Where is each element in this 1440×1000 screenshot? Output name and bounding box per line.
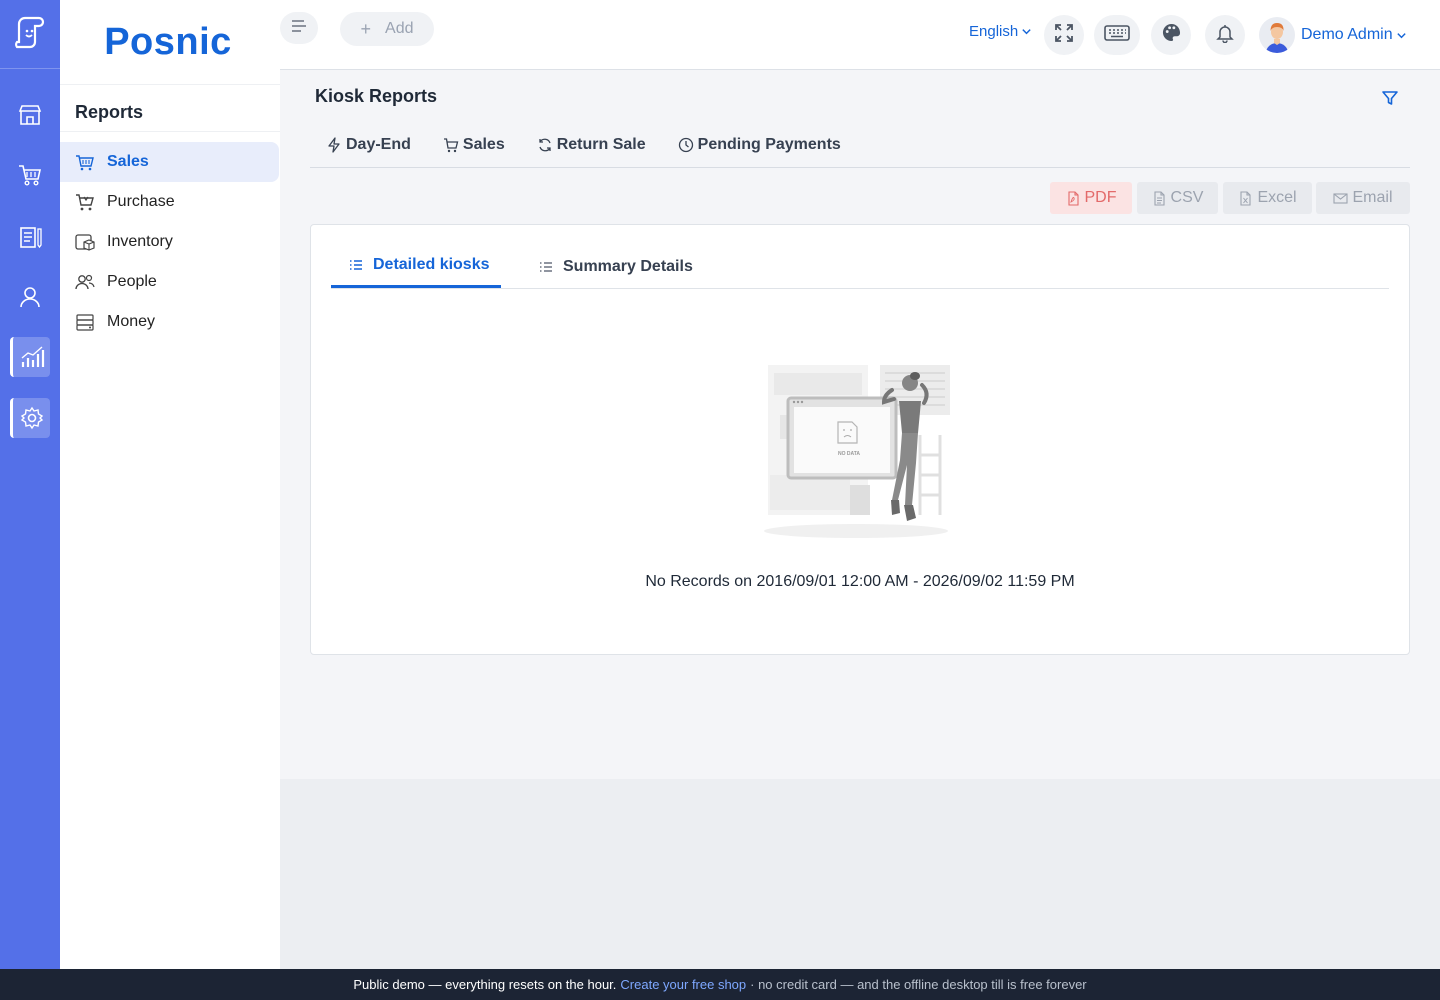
brand-logo[interactable]: Posnic bbox=[60, 0, 280, 84]
language-label: English bbox=[969, 23, 1019, 40]
footer-tail-text: · no credit card — and the offline deskt… bbox=[750, 977, 1087, 992]
notifications-button[interactable] bbox=[1205, 15, 1245, 55]
purchase-cart-icon bbox=[75, 192, 95, 212]
icon-rail bbox=[0, 0, 60, 969]
export-pdf-button[interactable]: PDF bbox=[1050, 182, 1132, 214]
basket-icon bbox=[75, 152, 95, 172]
main-content: Kiosk Reports Day-End Sales Return Sale bbox=[280, 71, 1440, 779]
chevron-down-icon bbox=[1021, 26, 1032, 37]
cart-icon bbox=[443, 137, 463, 153]
bell-icon bbox=[1215, 23, 1235, 48]
fullscreen-button[interactable] bbox=[1044, 15, 1084, 55]
avatar bbox=[1259, 17, 1295, 53]
list-icon bbox=[539, 260, 563, 274]
submenu-item-money[interactable]: Money bbox=[60, 302, 279, 342]
pdf-file-icon bbox=[1066, 190, 1085, 206]
money-stack-icon bbox=[75, 312, 95, 332]
reports-submenu: Posnic Reports Sales Purchase Inventory … bbox=[60, 0, 280, 969]
submenu-item-label: Money bbox=[107, 313, 156, 330]
export-csv-label: CSV bbox=[1170, 189, 1204, 206]
add-button[interactable]: + Add bbox=[340, 12, 434, 46]
sidebar-toggle-button[interactable] bbox=[280, 12, 318, 44]
export-email-label: Email bbox=[1352, 189, 1393, 206]
submenu-title: Reports bbox=[60, 84, 280, 132]
demo-footer-banner: Public demo — everything resets on the h… bbox=[0, 969, 1440, 1000]
export-csv-button[interactable]: CSV bbox=[1137, 182, 1218, 214]
filter-icon[interactable] bbox=[1381, 89, 1399, 107]
people-icon bbox=[75, 272, 95, 292]
submenu-item-purchase[interactable]: Purchase bbox=[60, 182, 279, 222]
keyboard-shortcuts-button[interactable] bbox=[1094, 15, 1140, 55]
no-data-illustration-label: NO DATA bbox=[838, 451, 860, 457]
export-pdf-label: PDF bbox=[1084, 189, 1117, 206]
refresh-icon bbox=[537, 137, 557, 153]
keyboard-icon bbox=[1104, 24, 1130, 47]
submenu-item-label: Sales bbox=[107, 153, 149, 170]
create-shop-link[interactable]: Create your free shop bbox=[620, 977, 746, 992]
submenu-item-label: Purchase bbox=[107, 193, 175, 210]
footer-text: Public demo — everything resets on the h… bbox=[353, 977, 617, 992]
user-icon[interactable] bbox=[10, 277, 50, 317]
excel-file-icon bbox=[1238, 190, 1257, 206]
envelope-icon bbox=[1333, 191, 1352, 206]
user-name-label: Demo Admin bbox=[1301, 26, 1393, 43]
submenu-item-label: Inventory bbox=[107, 233, 173, 250]
export-email-button[interactable]: Email bbox=[1316, 182, 1410, 214]
detail-tabs: Detailed kiosks Summary Details bbox=[331, 245, 1389, 289]
submenu-item-people[interactable]: People bbox=[60, 262, 279, 302]
menu-lines-icon bbox=[290, 17, 308, 40]
empty-state-message: No Records on 2016/09/01 12:00 AM - 2026… bbox=[645, 573, 1075, 590]
theme-palette-button[interactable] bbox=[1151, 15, 1191, 55]
cart-icon[interactable] bbox=[10, 155, 50, 195]
submenu-item-inventory[interactable]: Inventory bbox=[60, 222, 279, 262]
tab-label: Pending Payments bbox=[697, 136, 841, 153]
report-type-tabs: Day-End Sales Return Sale Pending Paymen… bbox=[310, 125, 1410, 168]
inventory-box-icon bbox=[75, 232, 95, 252]
expand-icon bbox=[1054, 23, 1074, 48]
submenu-item-label: People bbox=[107, 273, 157, 290]
rail-divider bbox=[0, 68, 60, 69]
tab-return-sale[interactable]: Return Sale bbox=[537, 125, 646, 165]
add-button-label: Add bbox=[385, 20, 414, 37]
user-menu[interactable]: Demo Admin bbox=[1259, 15, 1407, 55]
tab-summary-details[interactable]: Summary Details bbox=[539, 245, 693, 288]
tab-label: Return Sale bbox=[556, 136, 646, 153]
tab-label: Day-End bbox=[346, 136, 411, 153]
tab-label: Detailed kiosks bbox=[373, 256, 490, 273]
store-icon[interactable] bbox=[10, 95, 50, 135]
no-data-illustration: NO DATA bbox=[760, 355, 960, 540]
clipboard-icon[interactable] bbox=[10, 217, 50, 257]
app-logo-icon[interactable] bbox=[10, 12, 50, 52]
export-excel-button[interactable]: Excel bbox=[1223, 182, 1312, 214]
language-selector[interactable]: English bbox=[969, 23, 1032, 40]
list-icon bbox=[349, 258, 373, 272]
content-lower-area bbox=[280, 779, 1440, 969]
reports-chart-icon[interactable] bbox=[10, 337, 50, 377]
chevron-down-icon bbox=[1396, 30, 1407, 41]
plus-icon: + bbox=[360, 18, 372, 39]
tab-pending-payments[interactable]: Pending Payments bbox=[678, 125, 841, 165]
csv-file-icon bbox=[1152, 190, 1171, 206]
tab-label: Summary Details bbox=[563, 257, 693, 275]
submenu-list: Sales Purchase Inventory People Money bbox=[60, 132, 280, 342]
tab-day-end[interactable]: Day-End bbox=[326, 125, 411, 165]
settings-gear-icon[interactable] bbox=[10, 398, 50, 438]
submenu-item-sales[interactable]: Sales bbox=[60, 142, 279, 182]
tab-detailed-kiosks[interactable]: Detailed kiosks bbox=[331, 245, 501, 288]
top-header: + Add English Demo Admin bbox=[280, 0, 1440, 70]
page-title: Kiosk Reports bbox=[315, 86, 438, 106]
tab-sales[interactable]: Sales bbox=[443, 125, 505, 165]
export-excel-label: Excel bbox=[1257, 189, 1297, 206]
palette-icon bbox=[1162, 23, 1181, 47]
lightning-icon bbox=[326, 137, 346, 153]
clock-icon bbox=[678, 137, 698, 153]
report-card: Detailed kiosks Summary Details NO DATA … bbox=[310, 224, 1410, 655]
tab-label: Sales bbox=[462, 136, 505, 153]
user-name[interactable]: Demo Admin bbox=[1301, 26, 1407, 44]
